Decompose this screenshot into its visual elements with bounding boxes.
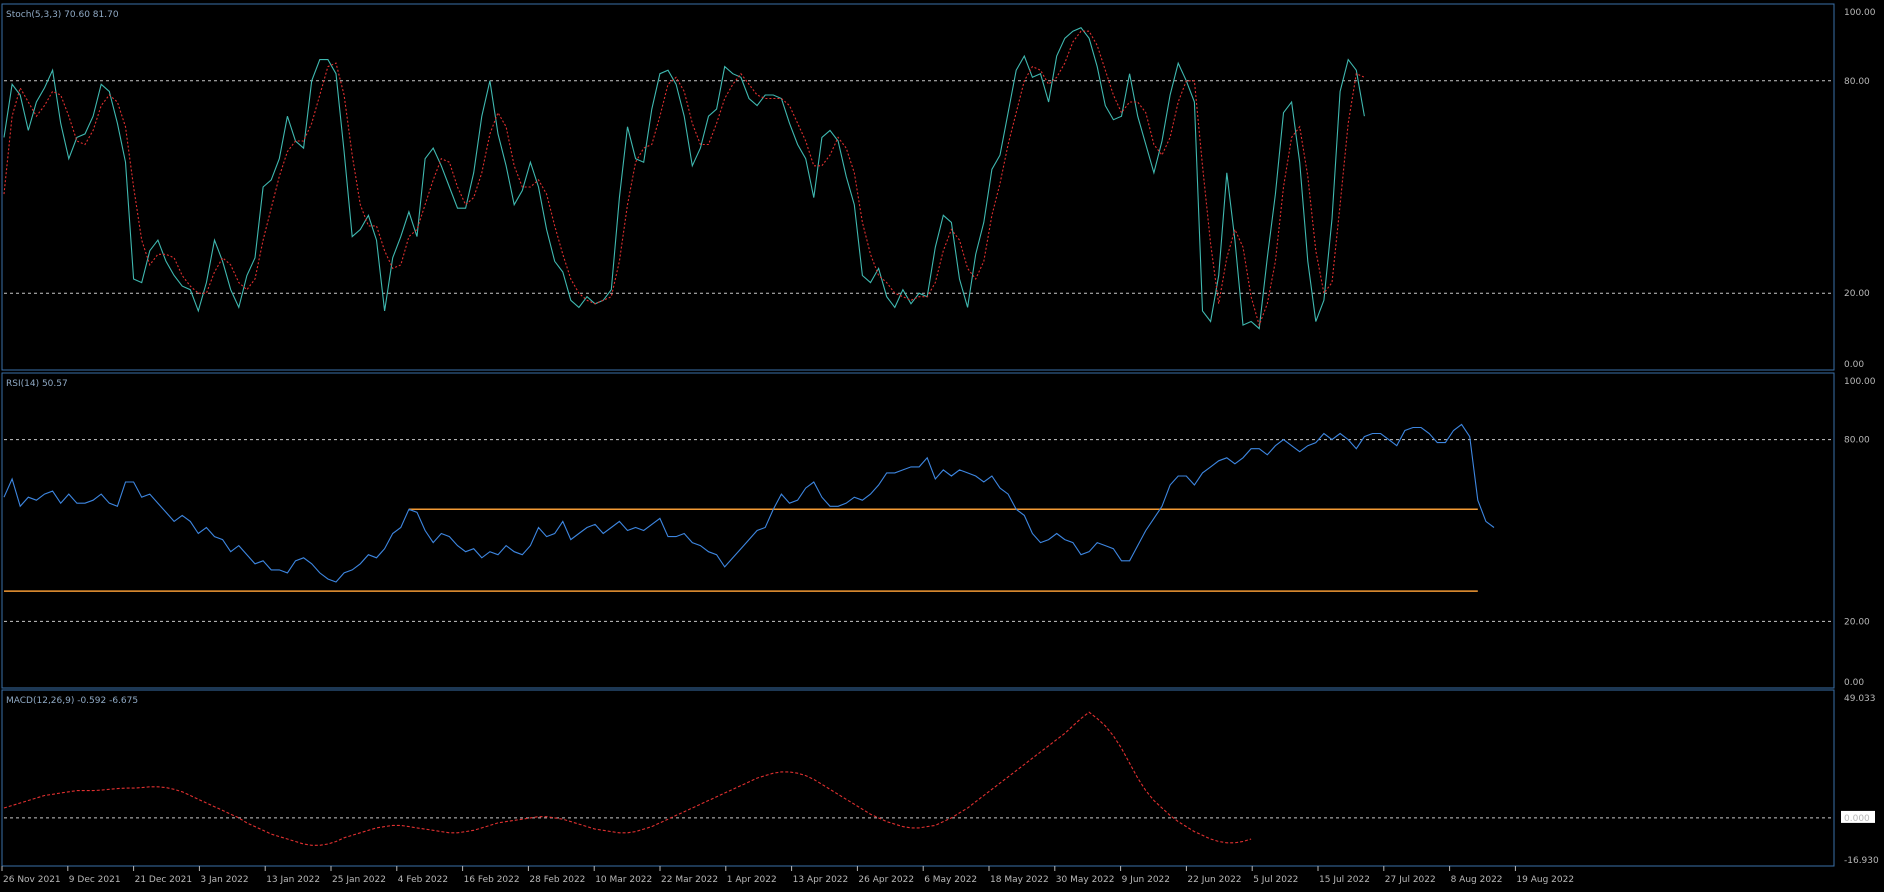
x-tick-label: 1 Apr 2022 bbox=[727, 875, 777, 885]
x-tick-label: 3 Jan 2022 bbox=[200, 875, 248, 885]
x-tick-label: 19 Aug 2022 bbox=[1516, 875, 1574, 885]
macd-y-tick-label: 49.033 bbox=[1844, 694, 1876, 704]
rsi-y-tick-label: 80.00 bbox=[1844, 436, 1870, 446]
x-tick-label: 13 Jan 2022 bbox=[266, 875, 320, 885]
x-tick-label: 9 Jun 2022 bbox=[1122, 875, 1170, 885]
chart-marks: 100.00 80.00 20.00 0.00 100.00 80.00 20.00 0.00… bbox=[1, 8, 1879, 885]
x-tick-label: 9 Dec 2021 bbox=[69, 875, 121, 885]
stoch-indicator-label: Stoch(5,3,3) 70.60 81.70 bbox=[6, 10, 119, 20]
x-tick-label: 28 Feb 2022 bbox=[529, 875, 585, 885]
x-tick-label: 16 Feb 2022 bbox=[464, 875, 520, 885]
macd-indicator-label: MACD(12,26,9) -0.592 -6.675 bbox=[6, 696, 138, 706]
rsi-series-line-0 bbox=[3, 423, 1495, 583]
macd-panel: MACD(12,26,9) -0.592 -6.675 bbox=[1, 689, 1835, 867]
stoch-panel-frame bbox=[1, 3, 1835, 371]
x-tick-label: 26 Nov 2021 bbox=[3, 875, 61, 885]
stoch-series-line-1 bbox=[3, 30, 1365, 327]
x-tick-label: 30 May 2022 bbox=[1056, 875, 1115, 885]
x-tick-label: 6 May 2022 bbox=[924, 875, 977, 885]
x-tick-label: 22 Jun 2022 bbox=[1187, 875, 1241, 885]
rsi-y-tick-label: 20.00 bbox=[1844, 617, 1870, 627]
stoch-series-line-0 bbox=[3, 27, 1365, 330]
macd-y-tick-label: 0.000 bbox=[1844, 814, 1870, 824]
stoch-y-tick-label: 0.00 bbox=[1844, 360, 1864, 370]
x-tick-label: 15 Jul 2022 bbox=[1319, 875, 1370, 885]
x-tick-label: 21 Dec 2021 bbox=[135, 875, 193, 885]
rsi-y-tick-label: 0.00 bbox=[1844, 678, 1864, 688]
rsi-y-tick-label: 100.00 bbox=[1844, 377, 1876, 387]
stoch-y-tick-label: 20.00 bbox=[1844, 289, 1870, 299]
stoch-y-tick-label: 80.00 bbox=[1844, 77, 1870, 87]
x-tick-label: 13 Apr 2022 bbox=[793, 875, 849, 885]
rsi-panel: RSI(14) 50.57 bbox=[1, 372, 1835, 689]
rsi-indicator-label: RSI(14) 50.57 bbox=[6, 379, 68, 389]
macd-series-line-0 bbox=[3, 711, 1252, 846]
x-tick-label: 26 Apr 2022 bbox=[858, 875, 914, 885]
x-tick-label: 5 Jul 2022 bbox=[1253, 875, 1298, 885]
chart-canvas[interactable]: Stoch(5,3,3) 70.60 81.70 RSI(14) 50.57 M… bbox=[0, 0, 1884, 892]
x-tick-label: 18 May 2022 bbox=[990, 875, 1049, 885]
stoch-panel: Stoch(5,3,3) 70.60 81.70 bbox=[1, 3, 1835, 371]
macd-panel-frame bbox=[1, 689, 1835, 867]
x-tick-label: 25 Jan 2022 bbox=[332, 875, 386, 885]
rsi-panel-frame bbox=[1, 372, 1835, 689]
x-tick-label: 27 Jul 2022 bbox=[1385, 875, 1436, 885]
x-tick-label: 4 Feb 2022 bbox=[398, 875, 448, 885]
x-tick-label: 10 Mar 2022 bbox=[595, 875, 652, 885]
macd-y-tick-label: -16.930 bbox=[1844, 856, 1879, 866]
stoch-y-tick-label: 100.00 bbox=[1844, 8, 1876, 18]
x-tick-label: 22 Mar 2022 bbox=[661, 875, 718, 885]
x-tick-label: 8 Aug 2022 bbox=[1451, 875, 1503, 885]
